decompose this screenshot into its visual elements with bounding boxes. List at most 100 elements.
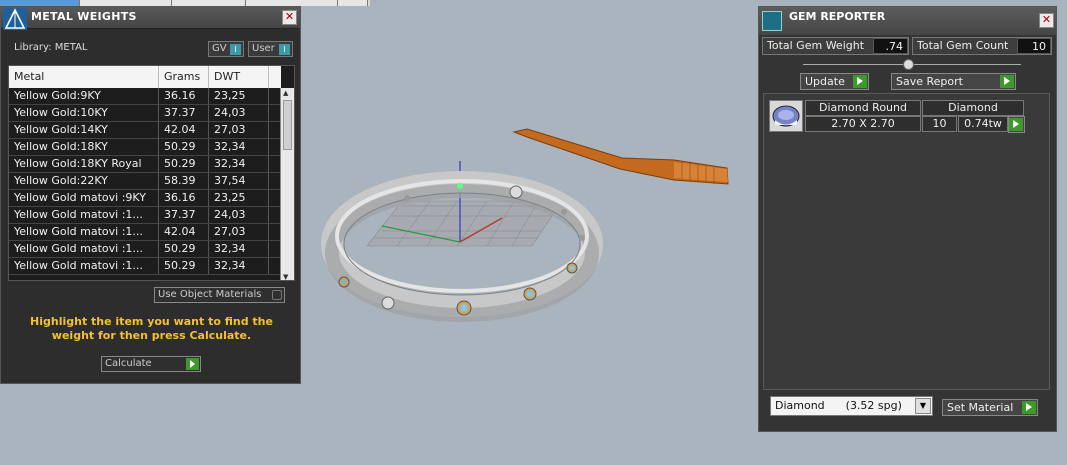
column-header-metal[interactable]: Metal bbox=[9, 66, 159, 88]
table-header: Metal Grams DWT bbox=[9, 66, 281, 88]
gem-slider-knob[interactable] bbox=[903, 59, 914, 70]
3d-viewport[interactable] bbox=[302, 6, 758, 465]
3d-viewport-right-strip bbox=[1057, 0, 1067, 432]
cell-grams: 37.37 bbox=[159, 105, 209, 121]
3d-viewport-lower bbox=[0, 384, 302, 465]
table-row[interactable]: Yellow Gold matovi :1... 42.04 27,03 bbox=[9, 224, 281, 241]
play-arrow-icon bbox=[1009, 118, 1023, 131]
gv-checkbox-icon: I bbox=[230, 44, 241, 55]
set-material-button[interactable]: Set Material bbox=[942, 399, 1038, 416]
close-icon[interactable]: ✕ bbox=[282, 10, 297, 25]
panel-title: METAL WEIGHTS bbox=[31, 10, 137, 23]
table-row[interactable]: Yellow Gold:18KY 50.29 32,34 bbox=[9, 139, 281, 156]
3d-viewport-lower-right bbox=[758, 432, 1067, 465]
chevron-down-icon[interactable]: ▼ bbox=[915, 398, 931, 414]
metal-weights-panel: METAL WEIGHTS ✕ Library: METAL GV I User… bbox=[0, 6, 301, 384]
close-icon[interactable]: ✕ bbox=[1039, 13, 1054, 28]
use-object-materials-label: Use Object Materials bbox=[158, 289, 262, 300]
column-header-dwt[interactable]: DWT bbox=[209, 66, 269, 88]
update-button[interactable]: Update bbox=[800, 73, 869, 90]
save-report-label: Save Report bbox=[896, 75, 963, 88]
scroll-up-icon[interactable]: ▲ bbox=[283, 89, 288, 97]
material-select[interactable]: Diamond (3.52 spg) ▼ bbox=[770, 396, 933, 416]
cell-grams: 37.37 bbox=[159, 207, 209, 223]
round-diamond-icon[interactable] bbox=[769, 100, 803, 132]
table-body: Yellow Gold:9KY 36.16 23,25 Yellow Gold:10K… bbox=[9, 88, 281, 275]
cell-metal: Yellow Gold matovi :1... bbox=[9, 258, 159, 274]
gem-shape-cell: Diamond Round bbox=[805, 100, 921, 116]
cell-metal: Yellow Gold:18KY Royal bbox=[9, 156, 159, 172]
app-logo-icon bbox=[3, 8, 27, 30]
checkbox-icon bbox=[272, 290, 282, 300]
table-row[interactable]: Yellow Gold:18KY Royal 50.29 32,34 bbox=[9, 156, 281, 173]
table-scrollbar[interactable]: ▲ ▼ bbox=[280, 88, 294, 280]
play-arrow-icon bbox=[186, 358, 199, 370]
play-arrow-icon bbox=[1000, 75, 1014, 88]
total-gem-count-value: 10 bbox=[1017, 38, 1051, 54]
cell-dwt: 32,34 bbox=[209, 241, 269, 257]
material-select-value: Diamond (3.52 spg) bbox=[775, 399, 902, 412]
table-row[interactable]: Yellow Gold:14KY 42.04 27,03 bbox=[9, 122, 281, 139]
calculate-button[interactable]: Calculate bbox=[101, 356, 201, 372]
calculate-label: Calculate bbox=[105, 358, 152, 369]
user-toggle[interactable]: User I bbox=[248, 41, 293, 57]
cell-metal: Yellow Gold matovi :9KY bbox=[9, 190, 159, 206]
cell-metal: Yellow Gold:18KY bbox=[9, 139, 159, 155]
column-header-grams[interactable]: Grams bbox=[159, 66, 209, 88]
total-gem-weight-label: Total Gem Weight bbox=[767, 39, 865, 52]
cell-dwt: 24,03 bbox=[209, 105, 269, 121]
gem-weight-cell: 0.74tw bbox=[958, 116, 1008, 132]
cell-dwt: 23,25 bbox=[209, 88, 269, 104]
cell-dwt: 32,34 bbox=[209, 258, 269, 274]
table-row[interactable]: Yellow Gold:10KY 37.37 24,03 bbox=[9, 105, 281, 122]
cell-grams: 50.29 bbox=[159, 139, 209, 155]
total-gem-weight-value: .74 bbox=[873, 38, 908, 54]
scroll-thumb[interactable] bbox=[283, 100, 292, 150]
instruction-text: Highlight the item you want to find the … bbox=[30, 315, 273, 342]
gem-size-cell: 2.70 X 2.70 bbox=[805, 116, 921, 132]
gem-count-cell: 10 bbox=[922, 116, 957, 132]
gem-list bbox=[763, 93, 1050, 390]
cell-metal: Yellow Gold matovi :1... bbox=[9, 224, 159, 240]
report-icon bbox=[762, 11, 782, 31]
cell-dwt: 32,34 bbox=[209, 139, 269, 155]
cell-grams: 50.29 bbox=[159, 258, 209, 274]
gv-toggle[interactable]: GV I bbox=[208, 41, 244, 57]
cell-grams: 42.04 bbox=[159, 122, 209, 138]
cell-dwt: 37,54 bbox=[209, 173, 269, 189]
gem-detail-button[interactable] bbox=[1008, 116, 1025, 133]
use-object-materials-toggle[interactable]: Use Object Materials bbox=[154, 287, 285, 303]
cell-dwt: 27,03 bbox=[209, 122, 269, 138]
cell-metal: Yellow Gold matovi :1... bbox=[9, 207, 159, 223]
gem-reporter-titlebar[interactable]: GEM REPORTER ✕ bbox=[759, 7, 1056, 35]
table-row[interactable]: Yellow Gold matovi :9KY 36.16 23,25 bbox=[9, 190, 281, 207]
update-label: Update bbox=[805, 75, 845, 88]
cell-grams: 36.16 bbox=[159, 190, 209, 206]
cell-grams: 50.29 bbox=[159, 156, 209, 172]
table-row[interactable]: Yellow Gold matovi :1... 37.37 24,03 bbox=[9, 207, 281, 224]
cell-dwt: 27,03 bbox=[209, 224, 269, 240]
cell-grams: 50.29 bbox=[159, 241, 209, 257]
table-row[interactable]: Yellow Gold:9KY 36.16 23,25 bbox=[9, 88, 281, 105]
metal-table: Metal Grams DWT Yellow Gold:9KY 36.16 23,2… bbox=[8, 65, 295, 281]
set-material-label: Set Material bbox=[947, 401, 1014, 414]
user-label: User bbox=[252, 43, 275, 54]
gem-material-cell: Diamond bbox=[922, 100, 1024, 116]
table-row[interactable]: Yellow Gold matovi :1... 50.29 32,34 bbox=[9, 241, 281, 258]
cell-dwt: 23,25 bbox=[209, 190, 269, 206]
scroll-down-icon[interactable]: ▼ bbox=[283, 273, 288, 280]
cell-metal: Yellow Gold matovi :1... bbox=[9, 241, 159, 257]
cell-dwt: 24,03 bbox=[209, 207, 269, 223]
metal-weights-titlebar[interactable]: METAL WEIGHTS ✕ bbox=[1, 7, 300, 30]
panel-title: GEM REPORTER bbox=[789, 10, 886, 23]
cell-grams: 36.16 bbox=[159, 88, 209, 104]
table-row[interactable]: Yellow Gold:22KY 58.39 37,54 bbox=[9, 173, 281, 190]
cell-metal: Yellow Gold:14KY bbox=[9, 122, 159, 138]
tool-model bbox=[512, 128, 729, 185]
save-report-button[interactable]: Save Report bbox=[891, 73, 1016, 90]
table-row[interactable]: Yellow Gold matovi :1... 50.29 32,34 bbox=[9, 258, 281, 275]
play-arrow-icon bbox=[1022, 401, 1036, 414]
total-gem-count-label: Total Gem Count bbox=[917, 39, 1009, 52]
cell-dwt: 32,34 bbox=[209, 156, 269, 172]
cell-metal: Yellow Gold:22KY bbox=[9, 173, 159, 189]
